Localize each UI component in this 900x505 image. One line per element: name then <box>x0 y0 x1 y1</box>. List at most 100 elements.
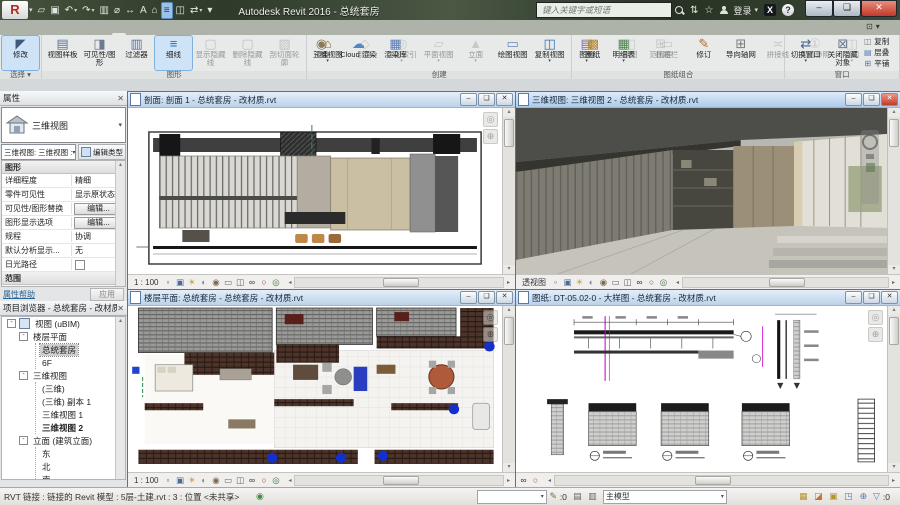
horizontal-scrollbar[interactable] <box>294 475 504 486</box>
property-row[interactable]: 日光路径 <box>2 258 125 272</box>
editing-requests-icon[interactable]: ✎ <box>547 490 560 503</box>
scroll-down-arrow[interactable]: ▾ <box>503 265 515 274</box>
browser-view-item[interactable]: 总统套房 <box>36 343 125 356</box>
viewport-title-bar[interactable]: 图纸: DT-05.02-0 - 大样图 - 总统套房 - 改材质.rvt –❏… <box>516 290 900 306</box>
checkbox[interactable] <box>75 287 85 288</box>
viewport-title-bar[interactable]: 剖面: 剖面 1 - 总统套房 - 改材质.rvt –❏✕ <box>128 92 515 108</box>
scroll-right-arrow[interactable]: ▸ <box>889 477 898 484</box>
steering-wheel-icon[interactable]: ◎ <box>483 310 498 325</box>
steering-wheel-icon[interactable]: ◎ <box>868 310 883 325</box>
scroll-left-arrow[interactable]: ◂ <box>673 279 682 286</box>
browser-view-item[interactable]: 三维视图 2 <box>36 421 125 434</box>
browser-view-item[interactable]: 东 <box>36 447 125 460</box>
browser-category[interactable]: - 三维视图 <box>2 369 125 382</box>
browser-category[interactable]: - 楼层平面 <box>2 330 125 343</box>
signin-person-icon[interactable] <box>719 6 728 15</box>
property-group-header[interactable]: 范围 ˆ <box>2 272 125 285</box>
minimize-button[interactable]: – <box>460 291 477 304</box>
scroll-up-arrow[interactable]: ▴ <box>503 108 515 117</box>
drawing-area-3d[interactable] <box>516 108 887 274</box>
drawing-area-plan[interactable]: ◎ ⊕ <box>128 306 502 472</box>
minimize-button[interactable]: – <box>460 93 477 106</box>
revit-application-menu-button[interactable]: R <box>2 1 28 19</box>
restore-button[interactable]: ❏ <box>833 0 861 17</box>
scroll-right-arrow[interactable]: ▸ <box>889 279 898 286</box>
project-browser-header[interactable]: 项目浏览器 - 总统套房 - 改材质.rvt ✕ <box>0 301 127 316</box>
horizontal-scrollbar[interactable] <box>554 475 889 486</box>
property-row[interactable]: 默认分析显示... 无 <box>2 244 125 258</box>
vertical-scrollbar[interactable]: ▴▾ <box>502 306 515 472</box>
browser-view-item[interactable]: 6F <box>36 356 125 369</box>
property-row[interactable]: 规程 协调 <box>2 230 125 244</box>
close-button[interactable]: ✕ <box>881 93 898 106</box>
property-group-header[interactable]: 图形 ˆ <box>2 161 125 174</box>
communication-center-icon[interactable]: ⇅ <box>690 5 698 16</box>
view-scale-button[interactable]: 1 : 100 <box>130 476 162 485</box>
help-icon[interactable]: ? <box>782 4 794 16</box>
scroll-up-arrow[interactable]: ▴ <box>503 306 515 315</box>
browser-view-item[interactable]: (三维) <box>36 382 125 395</box>
minimize-button[interactable]: – <box>805 0 833 17</box>
zoom-control-icon[interactable]: ⊕ <box>483 327 498 342</box>
scroll-down-arrow[interactable]: ▾ <box>888 463 900 472</box>
browser-scrollbar[interactable]: ▴ <box>115 317 125 479</box>
search-input[interactable] <box>540 4 668 16</box>
viewport-title-bar[interactable]: 三维视图: 三维视图 2 - 总统套房 - 改材质.rvt –❏✕ <box>516 92 900 108</box>
browser-view-item[interactable]: 三维视图 1 <box>36 408 125 421</box>
close-icon[interactable]: ✕ <box>117 304 124 313</box>
browser-category[interactable]: - 立面 (建筑立面) <box>2 434 125 447</box>
vertical-scrollbar[interactable]: ▴▾ <box>887 108 900 274</box>
collapse-icon[interactable]: - <box>7 319 16 328</box>
drawing-area-section[interactable]: ◎ ⊕ <box>128 108 502 274</box>
collapse-icon[interactable]: - <box>19 436 28 445</box>
minimize-button[interactable]: – <box>845 291 862 304</box>
zoom-control-icon[interactable] <box>866 154 874 159</box>
ribbon-cycle-arrow-icon[interactable]: ▾ <box>876 22 880 31</box>
panel-label[interactable]: 选择 ▾ <box>0 71 41 79</box>
signin-dropdown-icon[interactable]: ▾ <box>754 6 758 14</box>
browser-view-item[interactable]: 北 <box>36 460 125 473</box>
scroll-right-arrow[interactable]: ▸ <box>504 477 513 484</box>
minimize-button[interactable]: – <box>845 93 862 106</box>
search-icon[interactable] <box>675 6 684 15</box>
restore-button[interactable]: ❏ <box>863 93 880 106</box>
restore-button[interactable]: ❏ <box>863 291 880 304</box>
scroll-down-arrow[interactable]: ▾ <box>503 463 515 472</box>
browser-view-item[interactable]: (三维) 副本 1 <box>36 395 125 408</box>
properties-palette-header[interactable]: 属性 ✕ <box>0 91 127 106</box>
property-row[interactable]: 裁剪视图 <box>2 285 125 287</box>
scroll-up-arrow[interactable]: ▴ <box>888 306 900 315</box>
perspective-label[interactable]: 透视图 <box>518 277 550 288</box>
properties-scrollbar[interactable]: ▴ <box>115 161 125 286</box>
view-scale-button[interactable]: 1 : 100 <box>130 278 162 287</box>
scroll-left-arrow[interactable]: ◂ <box>285 279 294 286</box>
favorites-star-icon[interactable]: ☆ <box>705 5 714 16</box>
property-row[interactable]: 可见性/图形替换 编辑... <box>2 202 125 216</box>
scroll-right-arrow[interactable]: ▸ <box>504 279 513 286</box>
property-value[interactable]: 协调 <box>72 231 91 242</box>
close-button[interactable]: ✕ <box>861 0 897 17</box>
exchange-apps-icon[interactable]: X <box>764 4 776 16</box>
horizontal-scrollbar[interactable] <box>682 277 889 288</box>
browser-root-views[interactable]: - 视图 (uBIM) <box>2 317 125 330</box>
signin-button[interactable]: 登录 <box>733 4 751 17</box>
restore-button[interactable]: ❏ <box>478 93 495 106</box>
collapse-icon[interactable]: - <box>19 371 28 380</box>
active-workset-dropdown[interactable]: ▾ <box>477 490 547 504</box>
browser-view-item[interactable]: 南 <box>36 473 125 480</box>
edit-type-button[interactable]: 编辑类型 <box>78 144 126 160</box>
drawing-area-sheet[interactable]: ◎ ⊕ <box>516 306 887 472</box>
property-row[interactable]: 零件可见性 显示原状态 <box>2 188 125 202</box>
close-button[interactable]: ✕ <box>881 291 898 304</box>
filter-icon[interactable]: ▽ <box>870 490 883 503</box>
collapse-icon[interactable]: - <box>19 332 28 341</box>
property-value[interactable]: 无 <box>72 245 83 256</box>
scroll-up-arrow[interactable]: ▴ <box>888 108 900 117</box>
steering-wheel-icon[interactable]: ◎ <box>483 112 498 127</box>
restore-button[interactable]: ❏ <box>478 291 495 304</box>
vertical-scrollbar[interactable]: ▴▾ <box>887 306 900 472</box>
ribbon-cycle-icon[interactable]: ⊡ <box>866 22 873 31</box>
apply-button[interactable]: 应用 <box>90 288 124 301</box>
close-button[interactable]: ✕ <box>496 93 513 106</box>
viewport-title-bar[interactable]: 楼层平面: 总统套房 - 总统套房 - 改材质.rvt –❏✕ <box>128 290 515 306</box>
